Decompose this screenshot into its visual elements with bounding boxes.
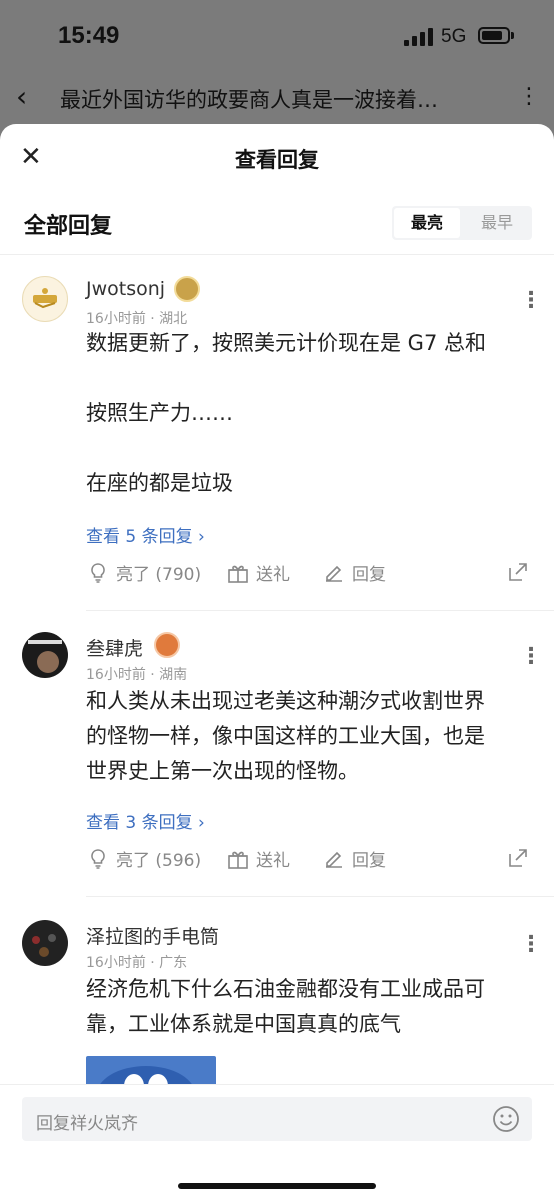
divider bbox=[86, 896, 554, 897]
sheet-title: 查看回复 bbox=[235, 148, 319, 172]
bulb-icon bbox=[91, 848, 105, 869]
reply-button[interactable]: 回复 bbox=[322, 560, 386, 585]
home-indicator bbox=[178, 1183, 376, 1189]
share-icon[interactable] bbox=[506, 846, 530, 870]
share-icon[interactable] bbox=[506, 560, 530, 584]
article-title: 最近外国访华的政要商人真是一波接着… bbox=[60, 88, 438, 112]
reply-button[interactable]: 回复 bbox=[322, 846, 386, 871]
reply-edit-icon bbox=[326, 565, 342, 582]
comment-actions: 亮了 (790) 送礼 回复 bbox=[86, 560, 534, 590]
emoji-icon[interactable] bbox=[492, 1105, 520, 1133]
like-button[interactable]: 亮了 (596) bbox=[86, 846, 201, 871]
gift-button[interactable]: 送礼 bbox=[226, 560, 290, 585]
username[interactable]: 叁肆虎 bbox=[86, 634, 143, 661]
gift-label: 送礼 bbox=[256, 851, 290, 871]
level-badge-icon bbox=[174, 276, 200, 302]
sort-toggle: 最亮 最早 bbox=[392, 206, 532, 240]
more-icon[interactable]: ⋮ bbox=[520, 932, 542, 957]
comment-text: 经济危机下什么石油金融都没有工业成品可 靠，工业体系就是中国真真的底气 bbox=[86, 977, 485, 1036]
comment-item: Jwotsonj 16小时前 · 湖北 ⋮ 数据更新了，按照美元计价现在是 G7… bbox=[0, 276, 554, 606]
comment-item: 叁肆虎 16小时前 · 湖南 ⋮ 和人类从未出现过老美这种潮汐式收割世界 的怪物… bbox=[0, 632, 554, 892]
reply-bar: 回复祥火岚齐 bbox=[0, 1084, 554, 1201]
avatar[interactable] bbox=[22, 632, 68, 678]
all-replies-label: 全部回复 bbox=[24, 214, 113, 239]
battery-icon bbox=[478, 27, 510, 44]
like-button[interactable]: 亮了 (790) bbox=[86, 560, 201, 585]
article-nav-bar: ‹ 最近外国访华的政要商人真是一波接着… ⋮ bbox=[0, 72, 554, 120]
comment-text: 和人类从未出现过老美这种潮汐式收割世界 的怪物一样，像中国这样的工业大国，也是 … bbox=[86, 689, 485, 783]
more-icon[interactable]: ⋮ bbox=[520, 288, 542, 313]
gift-button[interactable]: 送礼 bbox=[226, 846, 290, 871]
view-replies-link[interactable]: 查看 3 条回复 › bbox=[86, 808, 205, 833]
avatar[interactable] bbox=[22, 920, 68, 966]
signal-icon bbox=[404, 28, 434, 46]
divider bbox=[0, 254, 554, 255]
back-icon[interactable]: ‹ bbox=[16, 80, 27, 113]
more-icon[interactable]: ⋮ bbox=[518, 84, 540, 109]
username[interactable]: 泽拉图的手电筒 bbox=[86, 922, 219, 949]
like-count: 亮了 (596) bbox=[116, 851, 202, 871]
more-icon[interactable]: ⋮ bbox=[520, 644, 542, 669]
sort-hottest[interactable]: 最亮 bbox=[394, 208, 460, 238]
gift-label: 送礼 bbox=[256, 565, 290, 585]
comment-meta: 16小时前 · 湖北 bbox=[86, 311, 188, 327]
like-count: 亮了 (790) bbox=[116, 565, 202, 585]
bulb-icon bbox=[91, 562, 105, 583]
reply-edit-icon bbox=[326, 851, 342, 868]
divider bbox=[86, 610, 554, 611]
avatar[interactable] bbox=[22, 276, 68, 322]
reply-label: 回复 bbox=[352, 565, 386, 585]
comment-actions: 亮了 (596) 送礼 回复 bbox=[86, 846, 534, 876]
battery-tip bbox=[511, 32, 514, 39]
reply-label: 回复 bbox=[352, 851, 386, 871]
status-bar: 15:49 5G bbox=[0, 0, 554, 72]
gift-icon bbox=[228, 851, 248, 869]
comment-meta: 16小时前 · 广东 bbox=[86, 955, 188, 971]
reply-sheet: ✕ 查看回复 全部回复 最亮 最早 Jwotsonj 16小时前 · 湖北 ⋮ … bbox=[0, 124, 554, 1200]
sort-earliest[interactable]: 最早 bbox=[462, 206, 532, 240]
reply-input[interactable]: 回复祥火岚齐 bbox=[22, 1097, 532, 1141]
network-type: 5G bbox=[441, 26, 467, 47]
comment-meta: 16小时前 · 湖南 bbox=[86, 667, 188, 683]
comment-item: 泽拉图的手电筒 16小时前 · 广东 ⋮ 经济危机下什么石油金融都没有工业成品可… bbox=[0, 920, 554, 1096]
reply-placeholder: 回复祥火岚齐 bbox=[36, 1114, 138, 1134]
gift-icon bbox=[228, 565, 248, 583]
view-replies-link[interactable]: 查看 5 条回复 › bbox=[86, 522, 205, 547]
username[interactable]: Jwotsonj bbox=[86, 278, 165, 300]
level-badge-icon bbox=[154, 632, 180, 658]
status-time: 15:49 bbox=[58, 22, 120, 49]
comment-text: 数据更新了，按照美元计价现在是 G7 总和 按照生产力…… 在座的都是垃圾 bbox=[86, 331, 486, 495]
